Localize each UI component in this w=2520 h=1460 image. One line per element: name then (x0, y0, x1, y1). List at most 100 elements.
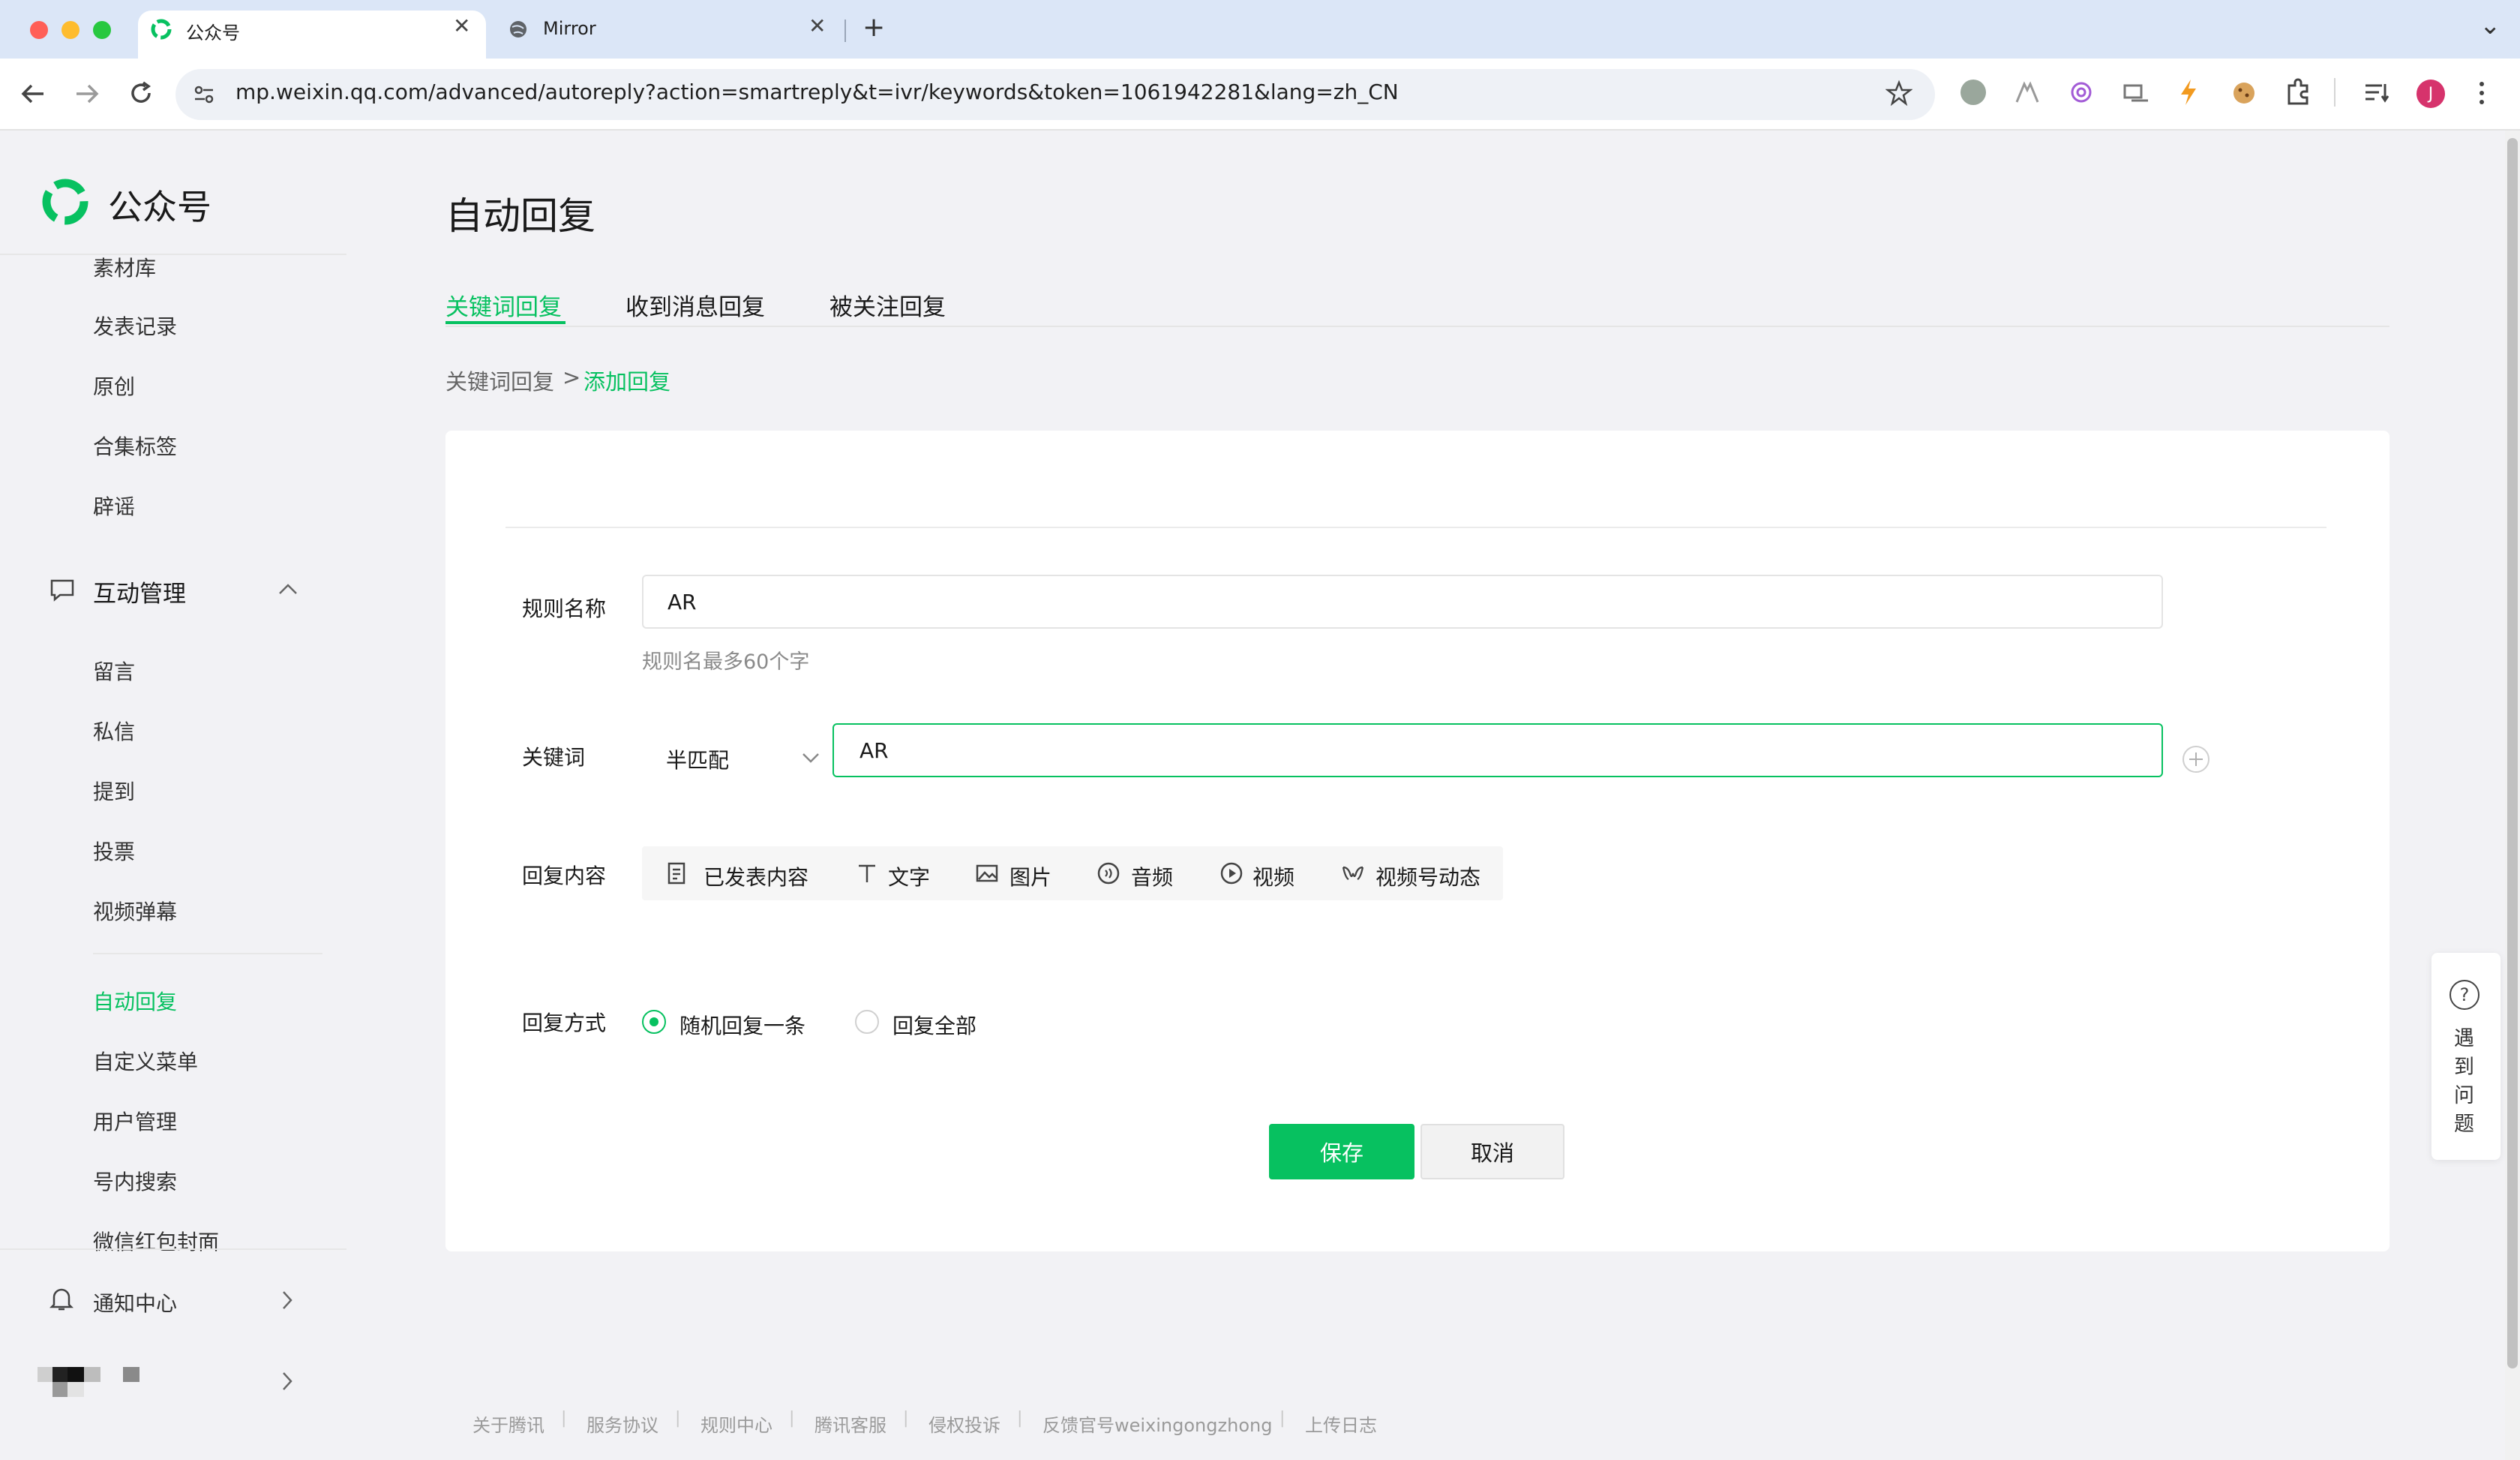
footer-link-rules[interactable]: 规则中心 (700, 1410, 772, 1437)
card-divider (506, 527, 2326, 528)
profile-avatar[interactable]: J (2416, 80, 2445, 108)
match-mode-select[interactable]: 半匹配 (642, 728, 822, 785)
tab-title: Mirror (543, 18, 596, 39)
reply-mode-all-label[interactable]: 回复全部 (892, 1010, 976, 1040)
extension-icon[interactable] (2122, 81, 2150, 105)
sidebar-item-video-danmaku[interactable]: 视频弹幕 (93, 896, 177, 926)
extension-icon[interactable] (2068, 80, 2094, 105)
wechat-mp-logo-icon (42, 179, 88, 225)
sidebar-item-mentions[interactable]: 提到 (93, 776, 135, 806)
text-icon (859, 864, 875, 882)
sidebar-item-auto-reply[interactable]: 自动回复 (93, 986, 177, 1016)
rule-name-value: AR (668, 590, 697, 614)
help-text-char: 问 (2454, 1084, 2474, 1107)
keyword-label: 关键词 (522, 745, 586, 770)
sidebar-item-account-search[interactable]: 号内搜索 (93, 1166, 177, 1196)
help-question-icon: ? (2450, 980, 2480, 1010)
extension-icon[interactable] (2178, 78, 2199, 107)
rule-name-hint: 规则名最多60个字 (642, 650, 810, 674)
account-avatar[interactable] (33, 1361, 144, 1401)
browser-menu-icon[interactable] (2476, 80, 2487, 107)
reading-list-icon[interactable] (2362, 80, 2391, 105)
back-arrow-icon[interactable] (20, 81, 46, 107)
minimize-window-button[interactable] (62, 21, 80, 39)
sidebar-item-polls[interactable]: 投票 (93, 836, 135, 866)
reply-type-channels[interactable]: 视频号动态 (1376, 861, 1480, 891)
chevron-right-icon[interactable] (280, 1289, 294, 1311)
bookmark-star-icon[interactable] (1886, 80, 1912, 107)
sidebar-item-user-management[interactable]: 用户管理 (93, 1106, 177, 1136)
reply-type-audio[interactable]: 音频 (1131, 861, 1173, 891)
save-button[interactable]: 保存 (1269, 1124, 1414, 1179)
footer-link-upload-log[interactable]: 上传日志 (1305, 1410, 1377, 1437)
footer-link-about[interactable]: 关于腾讯 (472, 1410, 544, 1437)
rule-name-input[interactable]: AR (642, 575, 2163, 629)
reply-mode-random-label[interactable]: 随机回复一条 (680, 1010, 806, 1040)
chevron-right-icon[interactable] (280, 1370, 294, 1392)
app-logo-text: 公众号 (108, 187, 212, 227)
close-tab-icon[interactable]: ✕ (808, 14, 826, 38)
breadcrumb-separator: > (562, 365, 581, 390)
url-text[interactable]: mp.weixin.qq.com/advanced/autoreply?acti… (236, 80, 1399, 104)
reply-mode-all-radio[interactable] (855, 1010, 879, 1034)
reply-mode-random-radio[interactable] (642, 1010, 666, 1034)
sidebar-group-interaction[interactable]: 互动管理 (93, 575, 186, 608)
footer-link-feedback[interactable]: 反馈官号weixingongzhong (1042, 1410, 1272, 1437)
reply-type-video[interactable]: 视频 (1252, 861, 1294, 891)
new-tab-icon[interactable]: + (862, 12, 885, 43)
reply-type-published[interactable]: 已发表内容 (704, 861, 808, 891)
audio-icon (1097, 862, 1120, 885)
sidebar-item-notifications[interactable]: 通知中心 (93, 1287, 177, 1317)
site-settings-icon[interactable] (192, 83, 216, 107)
footer-link-terms[interactable]: 服务协议 (586, 1410, 658, 1437)
reply-type-text[interactable]: 文字 (888, 861, 930, 891)
form-card (446, 431, 2390, 1251)
video-play-icon (1220, 862, 1243, 885)
extension-icon[interactable] (1960, 80, 1986, 105)
tab-follow-reply[interactable]: 被关注回复 (830, 288, 946, 322)
chevron-down-icon (802, 753, 819, 763)
active-tab-indicator (446, 321, 566, 324)
tab-divider (844, 20, 846, 42)
sidebar-item-original[interactable]: 原创 (93, 371, 135, 401)
sidebar-item-comments[interactable]: 留言 (93, 656, 135, 686)
close-tab-icon[interactable]: ✕ (453, 14, 470, 38)
add-keyword-icon[interactable] (2181, 744, 2211, 774)
sidebar-item-custom-menu[interactable]: 自定义菜单 (93, 1046, 198, 1076)
toolbar-divider (2334, 78, 2336, 107)
chevron-up-icon[interactable] (278, 582, 298, 596)
scrollbar-thumb[interactable] (2507, 138, 2518, 1368)
wechat-mp-favicon-icon (151, 19, 172, 40)
extension-icon[interactable] (2230, 80, 2258, 107)
footer-separator: | (561, 1409, 567, 1428)
sidebar-item-red-packet-cover[interactable]: 微信红包封面 (93, 1226, 219, 1256)
sidebar-item-collection-tags[interactable]: 合集标签 (93, 431, 177, 461)
sidebar-item-materials[interactable]: 素材库 (93, 252, 156, 282)
breadcrumb-current: 添加回复 (584, 369, 671, 395)
tab-search-icon[interactable]: ⌄ (2480, 11, 2501, 41)
cancel-button[interactable]: 取消 (1420, 1124, 1564, 1179)
sidebar-item-rumor-refute[interactable]: 辟谣 (93, 491, 135, 521)
match-mode-value: 半匹配 (666, 748, 730, 773)
reply-mode-label: 回复方式 (522, 1011, 607, 1035)
footer-separator: | (1280, 1409, 1286, 1428)
sidebar-divider (93, 953, 322, 954)
footer-link-complaint[interactable]: 侵权投诉 (928, 1410, 1000, 1437)
extensions-puzzle-icon[interactable] (2284, 78, 2312, 107)
maximize-window-button[interactable] (93, 21, 111, 39)
reload-icon[interactable] (128, 80, 154, 107)
channels-icon (1342, 866, 1364, 881)
footer-link-support[interactable]: 腾讯客服 (814, 1410, 886, 1437)
keyword-input[interactable]: AR (832, 723, 2163, 777)
close-window-button[interactable] (30, 21, 48, 39)
tab-message-reply[interactable]: 收到消息回复 (626, 288, 765, 322)
tab-title: 公众号 (186, 23, 240, 44)
tab-keyword-reply[interactable]: 关键词回复 (446, 288, 562, 322)
sidebar-item-messages[interactable]: 私信 (93, 716, 135, 746)
reply-type-image[interactable]: 图片 (1010, 861, 1052, 891)
help-text-char: 到 (2454, 1056, 2474, 1079)
forward-arrow-icon[interactable] (74, 81, 100, 107)
extension-icon[interactable] (2014, 81, 2040, 105)
breadcrumb-parent[interactable]: 关键词回复 (446, 365, 554, 396)
sidebar-item-publish-records[interactable]: 发表记录 (93, 311, 177, 341)
